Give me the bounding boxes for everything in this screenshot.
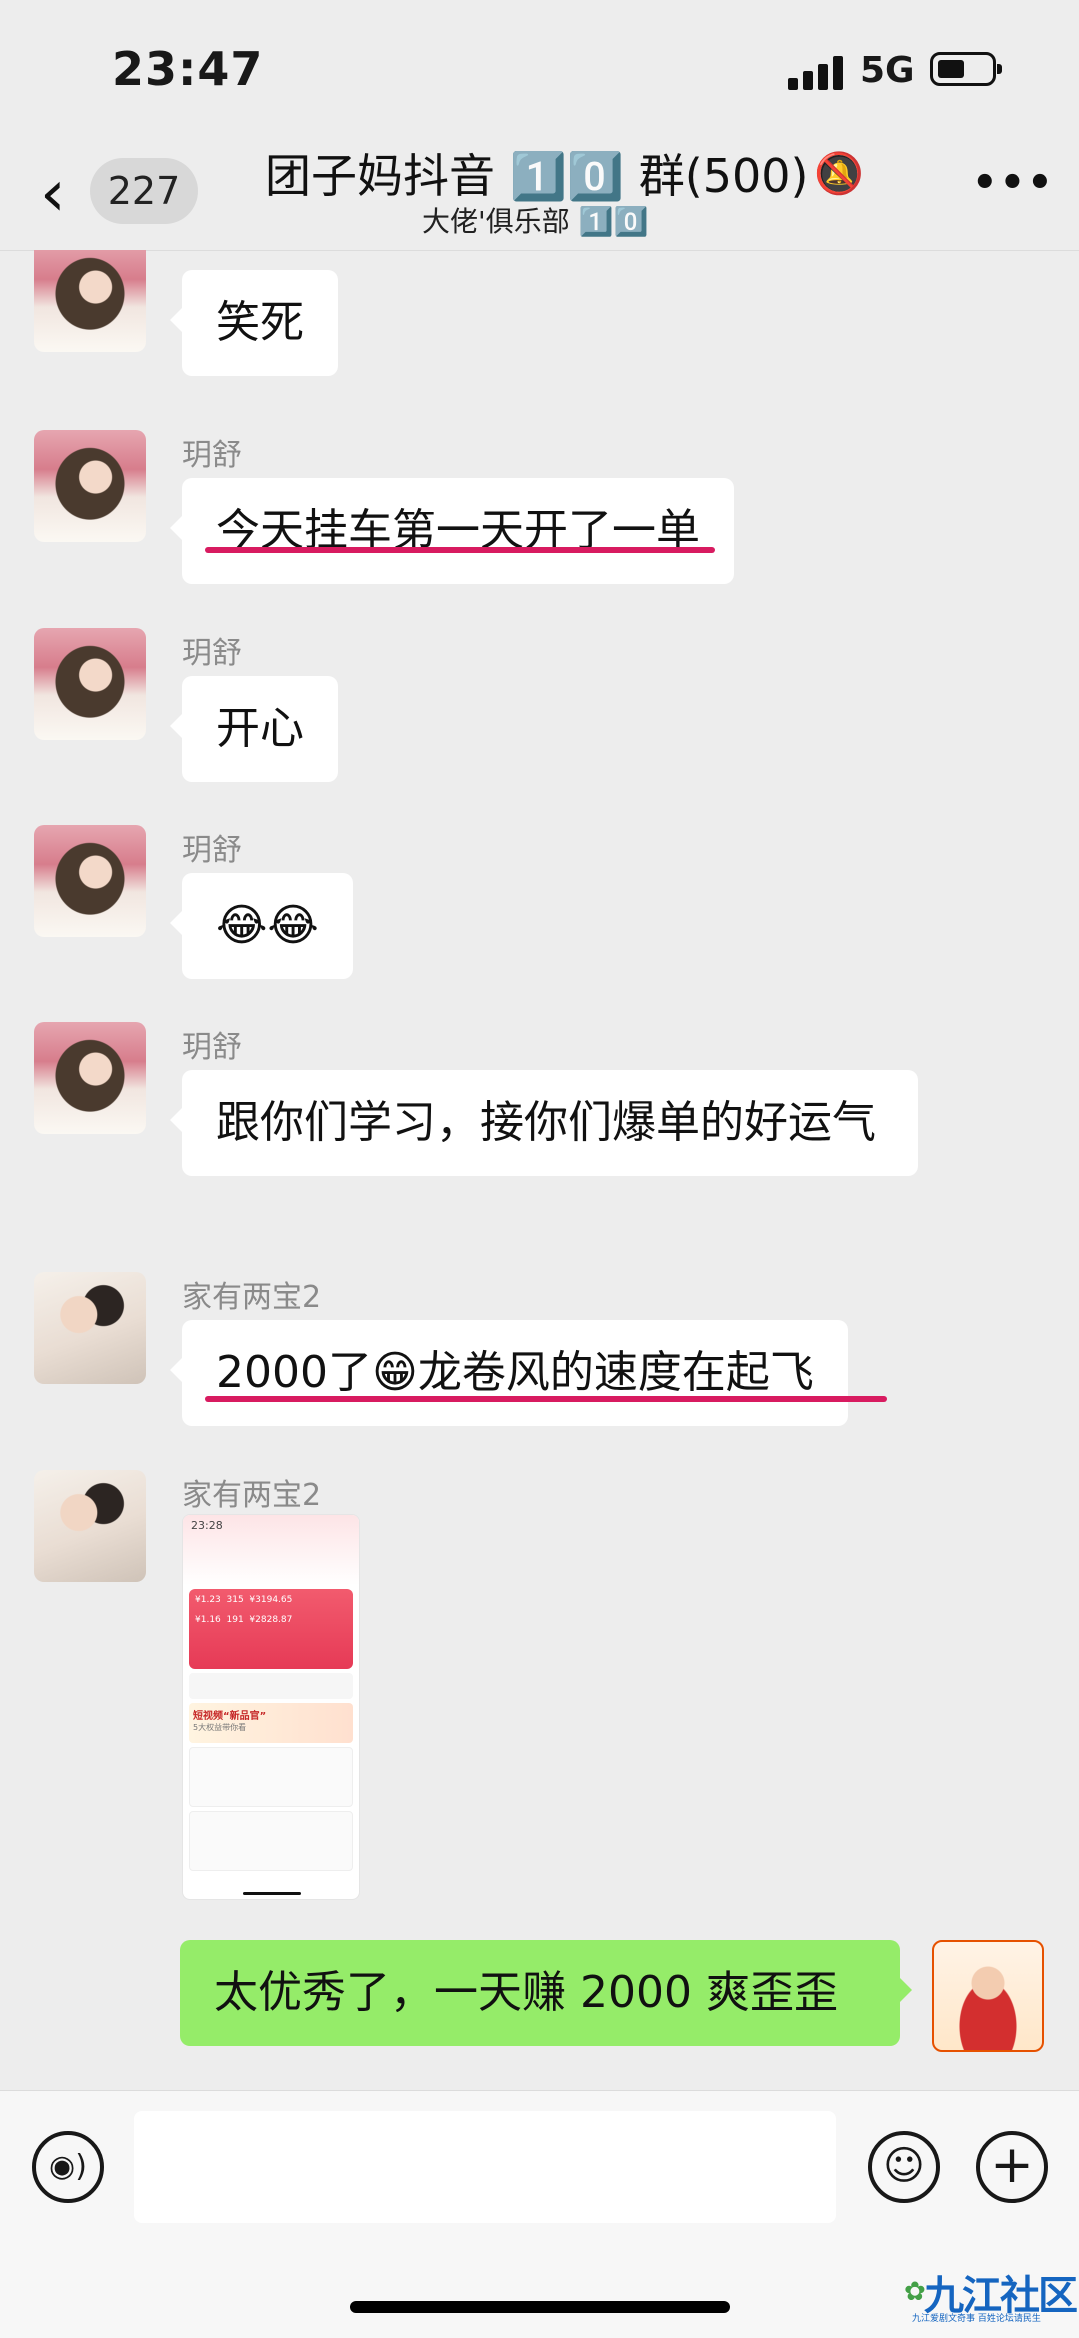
unread-count-badge[interactable]: 227 — [90, 158, 198, 224]
sender-name: 玥舒 — [182, 833, 242, 868]
sender-name: 玥舒 — [182, 438, 242, 473]
status-time: 23:47 — [112, 42, 264, 96]
image-stat: ¥1.23 — [195, 1595, 221, 1605]
avatar[interactable] — [34, 1022, 146, 1134]
message-bubble[interactable]: 2000了😁龙卷风的速度在起飞 — [170, 1320, 848, 1426]
my-avatar[interactable] — [932, 1940, 1044, 2052]
message-bubble[interactable]: 笑死 — [170, 270, 338, 376]
mute-bell-icon: 🔕 — [814, 151, 864, 197]
sender-name: 玥舒 — [182, 636, 242, 671]
avatar[interactable] — [34, 628, 146, 740]
chat-subtitle: 大佬'俱乐部 1️⃣0️⃣ — [422, 205, 649, 238]
image-stat: 315 — [226, 1595, 244, 1605]
image-home-indicator — [243, 1892, 301, 1895]
image-stat: ¥1.16 — [195, 1615, 221, 1625]
signal-icon — [788, 56, 844, 90]
screenshot-image[interactable]: 23:28 ¥1.23 315 ¥3194.65 ¥1.16 191 ¥2828… — [182, 1514, 360, 1900]
image-stat: 191 — [226, 1615, 244, 1625]
emoji-button[interactable]: ☺ — [868, 2131, 940, 2203]
message-bubble[interactable]: 跟你们学习，接你们爆单的好运气 — [170, 1070, 918, 1176]
avatar[interactable] — [34, 825, 146, 937]
avatar[interactable] — [34, 250, 146, 352]
image-promo-title: 短视频“新品官” — [193, 1711, 267, 1722]
chat-header: ‹ 227 团子妈抖音 1️⃣0️⃣ 群(500) 大佬'俱乐部 1️⃣0️⃣ … — [0, 140, 1079, 251]
status-bar: 23:47 5G — [0, 0, 1079, 140]
home-indicator[interactable] — [350, 2301, 730, 2313]
message-bubble[interactable]: 开心 — [170, 676, 338, 782]
image-promo: 短视频“新品官” 5大权益带你看 — [189, 1703, 353, 1743]
image-promo-sub: 5大权益带你看 — [193, 1723, 247, 1732]
more-options-button[interactable]: ••• — [972, 160, 1055, 206]
message-bubble[interactable]: 😂😂 — [170, 873, 353, 979]
highlight-underline — [205, 1396, 887, 1402]
avatar[interactable] — [34, 1470, 146, 1582]
image-stat: ¥3194.65 — [249, 1595, 293, 1605]
highlight-underline — [205, 547, 715, 553]
message-input[interactable] — [134, 2111, 836, 2223]
my-message-bubble[interactable]: 太优秀了，一天赚 2000 爽歪歪 — [180, 1940, 912, 2046]
more-actions-plus-button[interactable]: + — [976, 2131, 1048, 2203]
battery-icon — [930, 52, 1002, 86]
message-list[interactable]: 笑死 玥舒 今天挂车第一天开了一单 玥舒 开心 玥舒 😂😂 玥舒 跟你们学习，接… — [0, 250, 1079, 2090]
sender-name: 家有两宝2 — [182, 1280, 322, 1315]
sender-name: 玥舒 — [182, 1030, 242, 1065]
network-label: 5G — [860, 50, 915, 91]
chat-title: 团子妈抖音 1️⃣0️⃣ 群(500) — [265, 149, 809, 203]
back-chevron-icon[interactable]: ‹ — [40, 162, 66, 226]
image-header: 23:28 — [183, 1515, 359, 1585]
avatar[interactable] — [34, 1272, 146, 1384]
flower-icon: ✿ — [904, 2277, 926, 2307]
image-time: 23:28 — [191, 1519, 223, 1532]
image-stats-card: ¥1.23 315 ¥3194.65 ¥1.16 191 ¥2828.87 — [189, 1589, 353, 1669]
image-list-item — [189, 1747, 353, 1807]
watermark-logo: ✿ 九江社区 九江爱剧文奇事 百姓论坛请民生 — [904, 2263, 1078, 2331]
image-list-item — [189, 1811, 353, 1871]
message-bubble[interactable]: 今天挂车第一天开了一单 — [170, 478, 734, 584]
image-icon-row — [189, 1673, 353, 1699]
image-stat: ¥2828.87 — [249, 1615, 293, 1625]
avatar[interactable] — [34, 430, 146, 542]
watermark-subtext: 九江爱剧文奇事 百姓论坛请民生 — [912, 2314, 1041, 2324]
sender-name: 家有两宝2 — [182, 1478, 322, 1513]
voice-input-button[interactable]: ◉) — [32, 2131, 104, 2203]
